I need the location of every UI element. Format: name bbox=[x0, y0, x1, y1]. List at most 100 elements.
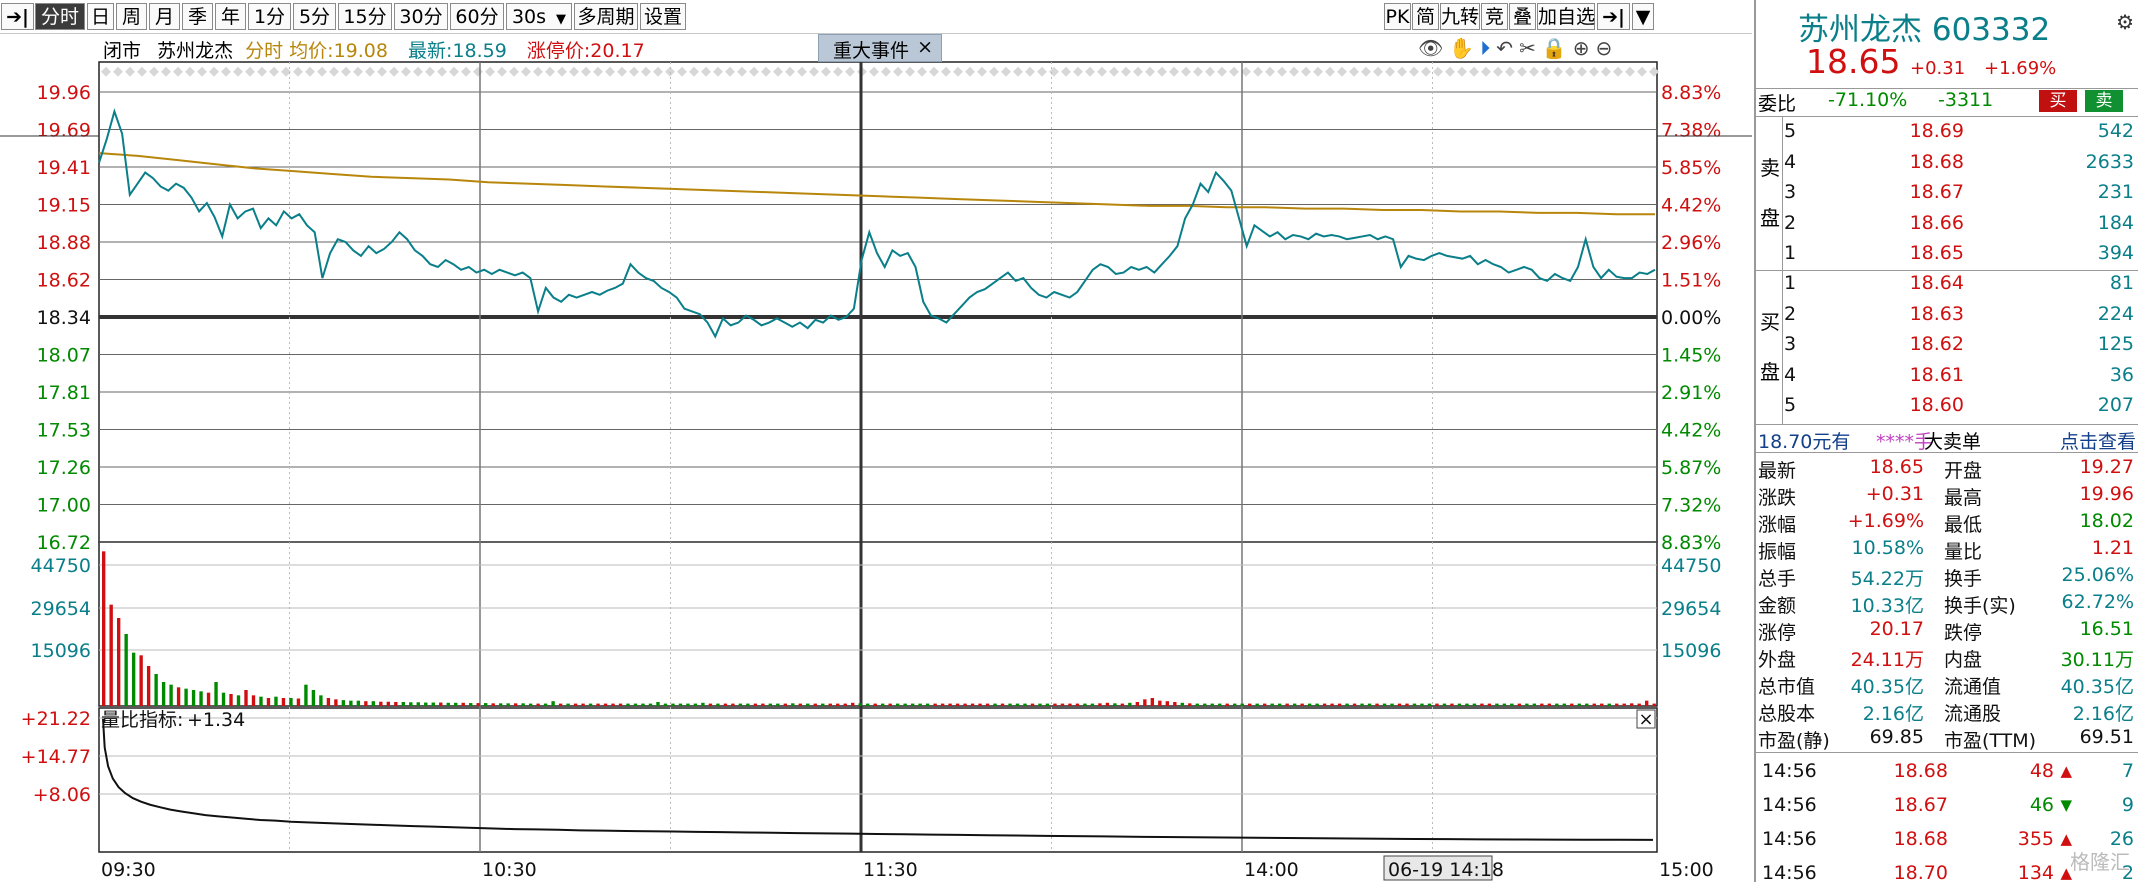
period-tab-4[interactable]: 季 bbox=[182, 3, 213, 30]
period-tab-10[interactable]: 60分 bbox=[450, 3, 504, 30]
period-tab-11[interactable]: 30s ▼ bbox=[506, 3, 572, 30]
stat-label: 外盘 bbox=[1758, 649, 1797, 671]
tick-count: 9 bbox=[2121, 794, 2134, 816]
period-tab-5[interactable]: 年 bbox=[215, 3, 246, 30]
pin-right-icon[interactable]: ➔| bbox=[1597, 3, 1630, 30]
event-marker bbox=[125, 66, 135, 77]
volume-bar bbox=[1367, 703, 1372, 706]
period-tab-6[interactable]: 1分 bbox=[248, 3, 291, 30]
sell-button[interactable]: 卖 bbox=[2085, 90, 2123, 112]
event-marker bbox=[761, 66, 771, 77]
volume-bar bbox=[723, 703, 728, 706]
eye-icon[interactable]: 👁 bbox=[1418, 36, 1449, 60]
period-tab-13[interactable]: 设置 bbox=[640, 3, 686, 30]
chart-area[interactable]: 19.96 8.83% 19.69 7.38% 19.41 5.85% 19.15 4.42%… bbox=[0, 34, 1752, 882]
order-price: 18.66 bbox=[1909, 211, 1964, 234]
tool-button-3[interactable]: 竞 bbox=[1481, 3, 1508, 30]
volume-bar bbox=[1113, 703, 1117, 706]
volume-bar bbox=[304, 684, 308, 706]
volume-bar bbox=[738, 703, 743, 706]
event-marker bbox=[653, 66, 663, 77]
big-order-link[interactable]: 点击查看 bbox=[2060, 427, 2136, 454]
scissors-icon[interactable]: ✂ bbox=[1519, 36, 1542, 60]
chevron-down-icon[interactable]: ▼ bbox=[556, 12, 566, 27]
period-tab-0[interactable]: 分时 bbox=[35, 3, 85, 30]
major-event-close-icon[interactable]: × bbox=[917, 36, 933, 58]
volume-bar bbox=[1637, 703, 1641, 706]
time-axis-label: 10:30 bbox=[482, 859, 537, 881]
stat-label: 振幅 bbox=[1758, 541, 1797, 563]
intraday-chart[interactable]: 19.96 8.83% 19.69 7.38% 19.41 5.85% 19.15 4.42%… bbox=[0, 34, 1752, 882]
volume-bar bbox=[903, 703, 907, 706]
period-tab-1[interactable]: 日 bbox=[87, 3, 114, 30]
volume-bar bbox=[858, 703, 862, 706]
period-tab-12[interactable]: 多周期 bbox=[574, 3, 638, 30]
period-tab-7[interactable]: 5分 bbox=[293, 3, 336, 30]
stat-label: 流通股 bbox=[1944, 703, 2002, 725]
volume-bar bbox=[678, 703, 683, 706]
tool-button-1[interactable]: 简 bbox=[1412, 3, 1439, 30]
event-marker bbox=[917, 66, 927, 77]
volume-bar bbox=[1615, 703, 1619, 706]
undo-icon[interactable]: ↶ bbox=[1496, 36, 1519, 60]
gear-icon[interactable]: ⚙ bbox=[2116, 10, 2134, 34]
menu-dropdown-icon[interactable]: ▼ bbox=[1632, 3, 1654, 30]
hand-icon[interactable]: ✋ bbox=[1449, 36, 1480, 60]
event-marker bbox=[629, 66, 639, 77]
event-marker bbox=[1085, 66, 1095, 77]
period-tab-9[interactable]: 30分 bbox=[394, 3, 448, 30]
stat-label: 涨幅 bbox=[1758, 514, 1797, 536]
order-level: 2 bbox=[1784, 302, 1797, 325]
volume-tick-label: 44750 bbox=[31, 555, 91, 577]
volume-bar bbox=[828, 703, 832, 706]
volume-tick-label: 15096 bbox=[31, 640, 91, 662]
period-tab-8[interactable]: 15分 bbox=[338, 3, 392, 30]
order-price: 18.69 bbox=[1909, 120, 1964, 142]
period-tab-2[interactable]: 周 bbox=[116, 3, 147, 30]
tool-button-4[interactable]: 叠 bbox=[1509, 3, 1536, 30]
pct-tick-label: 8.83% bbox=[1661, 82, 1721, 104]
volume-bar bbox=[1248, 703, 1252, 706]
play-icon[interactable]: ⏵ bbox=[1480, 36, 1496, 60]
volume-bar bbox=[1210, 703, 1214, 706]
tool-button-0[interactable]: PK bbox=[1384, 3, 1411, 30]
volume-bar bbox=[573, 703, 578, 706]
volume-bar bbox=[1495, 703, 1499, 706]
event-marker bbox=[569, 66, 579, 77]
volume-bar bbox=[334, 699, 338, 706]
volume-bar bbox=[1195, 703, 1199, 706]
buy-button[interactable]: 买 bbox=[2039, 90, 2077, 112]
volume-bar bbox=[1135, 702, 1140, 706]
stat-value: 2.16亿 bbox=[2072, 703, 2134, 725]
period-tab-3[interactable]: 月 bbox=[149, 3, 180, 30]
volume-ratio-line bbox=[102, 718, 1654, 841]
time-axis-label: 14:00 bbox=[1244, 859, 1299, 881]
volume-bar bbox=[1435, 703, 1439, 706]
zoom-out-icon[interactable]: ⊖ bbox=[1596, 36, 1619, 60]
pin-left-icon[interactable]: ➔| bbox=[1, 3, 34, 30]
stat-label: 内盘 bbox=[1944, 649, 1983, 671]
event-marker bbox=[437, 66, 447, 77]
volume-bar bbox=[925, 703, 930, 706]
latest-label: 最新: bbox=[408, 40, 453, 62]
event-marker bbox=[1253, 66, 1263, 77]
order-price: 18.68 bbox=[1909, 150, 1964, 173]
event-marker bbox=[1109, 66, 1119, 77]
tool-button-2[interactable]: 九转 bbox=[1440, 3, 1480, 30]
volume-bar bbox=[1510, 703, 1514, 706]
volume-bar bbox=[116, 618, 121, 706]
lock-icon[interactable]: 🔒 bbox=[1542, 36, 1573, 60]
tool-button-5[interactable]: 加自选 bbox=[1537, 3, 1595, 30]
zoom-in-icon[interactable]: ⊕ bbox=[1573, 36, 1596, 60]
stat-label: 市盈(静) bbox=[1758, 730, 1830, 752]
major-event-label: 重大事件 bbox=[833, 40, 910, 62]
tick-price: 18.70 bbox=[1893, 862, 1948, 884]
major-event-tab[interactable]: 重大事件 × bbox=[818, 34, 942, 62]
volume-bar bbox=[356, 700, 361, 706]
volume-bar bbox=[221, 692, 226, 706]
event-marker bbox=[461, 66, 471, 77]
volume-bar bbox=[1547, 703, 1552, 706]
event-marker bbox=[1541, 66, 1551, 77]
pct-tick-label: 8.83% bbox=[1661, 532, 1721, 554]
ratio-panel-frame bbox=[98, 707, 1658, 853]
